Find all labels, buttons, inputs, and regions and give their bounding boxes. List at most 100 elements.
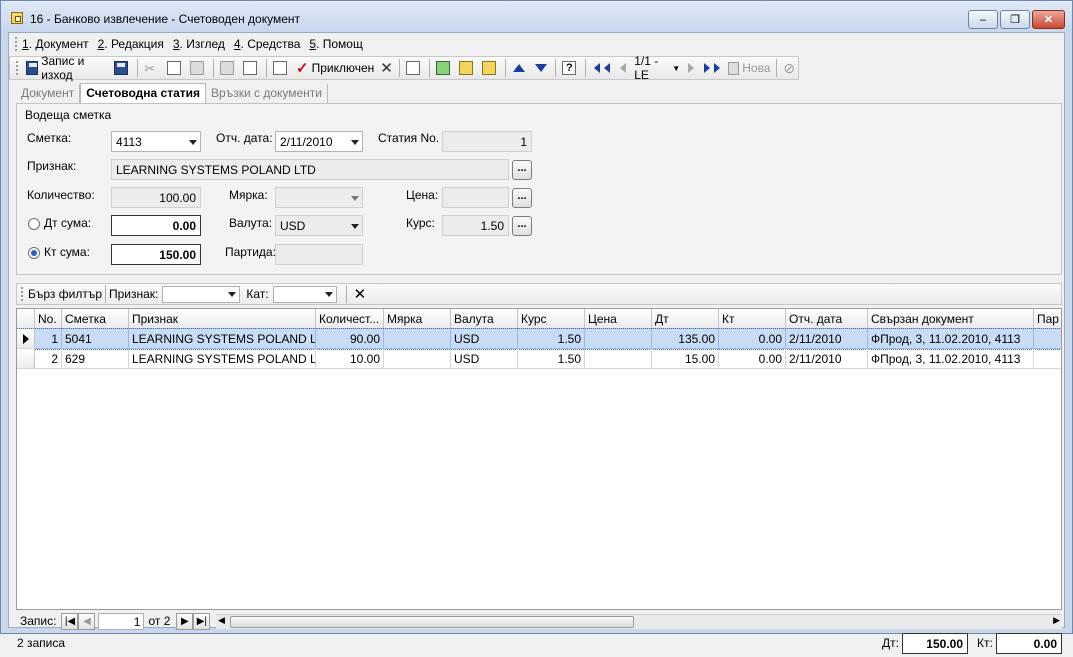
cell-batch[interactable] [1034, 349, 1061, 369]
cell-credit[interactable]: 0.00 [719, 329, 786, 349]
column-header[interactable]: Пар [1034, 309, 1061, 329]
column-header[interactable]: Признак [129, 309, 316, 329]
column-header[interactable]: Дт [652, 309, 719, 329]
cell-no[interactable]: 2 [35, 349, 62, 369]
cell-unit[interactable] [384, 349, 451, 369]
cell-debit[interactable]: 135.00 [652, 329, 719, 349]
title-bar[interactable]: 16 - Банково извлечение - Счетоводен док… [1, 1, 1072, 33]
cell-sign[interactable]: LEARNING SYSTEMS POLAND LTD [129, 329, 316, 349]
menu-view[interactable]: 3. Изглед [173, 37, 225, 51]
sign-field[interactable]: LEARNING SYSTEMS POLAND LTD [111, 159, 509, 180]
cell-account[interactable]: 5041 [62, 329, 129, 349]
cell-debit[interactable]: 15.00 [652, 349, 719, 369]
menu-document[interactable]: 1. Документ [22, 37, 89, 51]
filter-sign-combo[interactable] [162, 285, 241, 303]
cell-quantity[interactable]: 10.00 [316, 349, 384, 369]
filter-kat-combo[interactable] [272, 285, 337, 303]
row-indicator[interactable] [17, 329, 35, 349]
cell-quantity[interactable]: 90.00 [316, 329, 384, 349]
table-row[interactable]: 1 5041 LEARNING SYSTEMS POLAND LTD 90.00… [17, 328, 1061, 350]
new-record-button[interactable]: Нова [725, 58, 773, 78]
tab-document-links[interactable]: Връзки с документи [206, 84, 329, 103]
cancel-button[interactable]: ✕ [377, 58, 396, 78]
cell-linked-document[interactable]: ФПрод, 3, 11.02.2010, 4113 [868, 349, 1034, 369]
column-header[interactable]: Цена [585, 309, 652, 329]
sign-browse-button[interactable]: ... [512, 160, 532, 180]
cell-sign[interactable]: LEARNING SYSTEMS POLAND LTD [129, 349, 316, 369]
column-header[interactable]: Курс [518, 309, 585, 329]
column-header[interactable]: Мярка [384, 309, 451, 329]
copy-button[interactable] [164, 58, 187, 78]
cell-linked-document[interactable]: ФПрод, 3, 11.02.2010, 4113 [868, 329, 1034, 349]
cell-currency[interactable]: USD [451, 349, 518, 369]
clear-filter-icon[interactable]: ✕ [354, 285, 367, 303]
save-new-button[interactable] [111, 58, 134, 78]
cell-unit[interactable] [384, 329, 451, 349]
horizontal-scrollbar[interactable]: ◀ ▶ [216, 614, 1062, 629]
next-record-button[interactable] [683, 58, 699, 78]
tab-accounting-entry[interactable]: Счетоводна статия [80, 83, 207, 103]
scroll-right-icon[interactable]: ▶ [1053, 615, 1060, 626]
currency-combo[interactable]: USD [275, 215, 363, 236]
minimize-button[interactable]: ‒ [968, 10, 998, 29]
prev-record-button[interactable] [615, 58, 631, 78]
paste-button[interactable] [187, 58, 210, 78]
cell-account[interactable]: 629 [62, 349, 129, 369]
print-button[interactable] [217, 58, 240, 78]
record-number-input[interactable]: 1 [98, 612, 145, 630]
column-header[interactable]: Отч. дата [786, 309, 868, 329]
report-date-picker[interactable]: 2/11/2010 [275, 131, 363, 152]
cell-batch[interactable] [1034, 329, 1061, 349]
document-button[interactable] [479, 58, 502, 78]
restore-button[interactable]: ❐ [1000, 10, 1030, 29]
batch-field[interactable] [275, 244, 363, 265]
close-button[interactable]: ✕ [1032, 10, 1065, 29]
column-header[interactable]: No. [35, 309, 62, 329]
move-down-button[interactable] [530, 58, 552, 78]
credit-radio[interactable] [28, 247, 40, 259]
first-record-button[interactable] [589, 58, 615, 78]
cell-report-date[interactable]: 2/11/2010 [786, 329, 868, 349]
price-field[interactable] [442, 187, 509, 208]
price-browse-button[interactable]: ... [512, 188, 532, 208]
column-header[interactable]: Кт [719, 309, 786, 329]
cell-rate[interactable]: 1.50 [518, 349, 585, 369]
rate-browse-button[interactable]: ... [512, 216, 532, 236]
column-header[interactable]: Количест... [316, 309, 384, 329]
cell-price[interactable] [585, 329, 652, 349]
cell-rate[interactable]: 1.50 [518, 329, 585, 349]
cell-no[interactable]: 1 [35, 329, 62, 349]
row-indicator[interactable] [17, 349, 35, 369]
last-record-nav-button[interactable]: ▶| [193, 612, 211, 630]
table-row[interactable]: 2 629 LEARNING SYSTEMS POLAND LTD 10.00 … [17, 349, 1061, 369]
quantity-field[interactable]: 100.00 [111, 187, 201, 208]
cell-credit[interactable]: 0.00 [719, 349, 786, 369]
first-record-nav-button[interactable]: |◀ [61, 612, 79, 630]
menu-tools[interactable]: 4. Средства [234, 37, 301, 51]
cell-report-date[interactable]: 2/11/2010 [786, 349, 868, 369]
menu-help[interactable]: 5. Помощ [309, 37, 362, 51]
prev-record-nav-button[interactable]: ◀ [78, 612, 96, 630]
debit-amount-input[interactable]: 0.00 [111, 215, 201, 236]
help-button[interactable]: ? [559, 58, 582, 78]
scrollbar-thumb[interactable] [230, 616, 634, 628]
disable-button[interactable]: ⊘ [780, 58, 798, 78]
column-header[interactable]: Свързан документ [868, 309, 1034, 329]
lock-button[interactable] [456, 58, 479, 78]
refresh-button[interactable] [433, 58, 456, 78]
record-position-dropdown[interactable]: 1/1 - LE ▼ [631, 54, 683, 82]
move-up-button[interactable] [508, 58, 530, 78]
print-preview-button[interactable] [240, 58, 263, 78]
finished-toggle[interactable]: ✓ Приключен [293, 58, 377, 78]
account-combo[interactable]: 4113 [111, 131, 201, 152]
debit-radio[interactable] [28, 218, 40, 230]
calculator-button[interactable] [403, 58, 426, 78]
rate-field[interactable]: 1.50 [442, 215, 509, 236]
column-header[interactable]: Сметка [62, 309, 129, 329]
cell-currency[interactable]: USD [451, 329, 518, 349]
unit-combo[interactable] [275, 187, 363, 208]
next-record-nav-button[interactable]: ▶ [176, 612, 194, 630]
tab-document[interactable]: Документ [16, 84, 81, 103]
cell-price[interactable] [585, 349, 652, 369]
last-record-button[interactable] [699, 58, 725, 78]
